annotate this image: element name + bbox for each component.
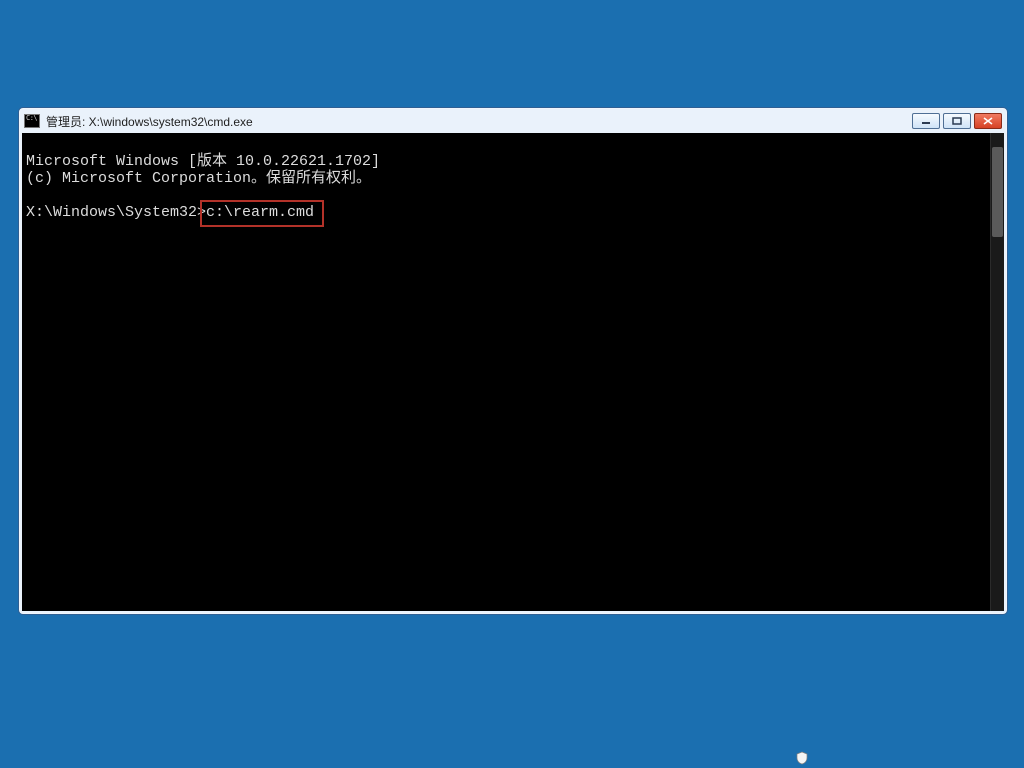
prompt-line: X:\Windows\System32>c:\rearm.cmd [26, 204, 314, 221]
terminal-area[interactable]: Microsoft Windows [版本 10.0.22621.1702] (… [22, 133, 1004, 611]
maximize-icon [952, 117, 962, 125]
cmd-icon [24, 114, 40, 128]
banner-line-1: Microsoft Windows [版本 10.0.22621.1702] [26, 153, 380, 170]
window-title: 管理员: X:\windows\system32\cmd.exe [46, 113, 906, 130]
terminal-text: Microsoft Windows [版本 10.0.22621.1702] (… [22, 133, 990, 611]
shield-icon [795, 751, 809, 765]
scrollbar-thumb[interactable] [992, 147, 1003, 237]
tray-shield-icon[interactable] [794, 750, 810, 766]
command-text: c:\rearm.cmd [206, 204, 314, 221]
prompt-text: X:\Windows\System32> [26, 204, 206, 221]
vertical-scrollbar[interactable] [990, 133, 1004, 611]
titlebar[interactable]: 管理员: X:\windows\system32\cmd.exe [22, 111, 1004, 133]
banner-line-2: (c) Microsoft Corporation。保留所有权利。 [26, 170, 371, 187]
window-controls [912, 113, 1002, 129]
maximize-button[interactable] [943, 113, 971, 129]
close-icon [983, 117, 993, 125]
close-button[interactable] [974, 113, 1002, 129]
minimize-button[interactable] [912, 113, 940, 129]
cmd-window: 管理员: X:\windows\system32\cmd.exe Microso… [18, 107, 1008, 615]
minimize-icon [921, 117, 931, 125]
